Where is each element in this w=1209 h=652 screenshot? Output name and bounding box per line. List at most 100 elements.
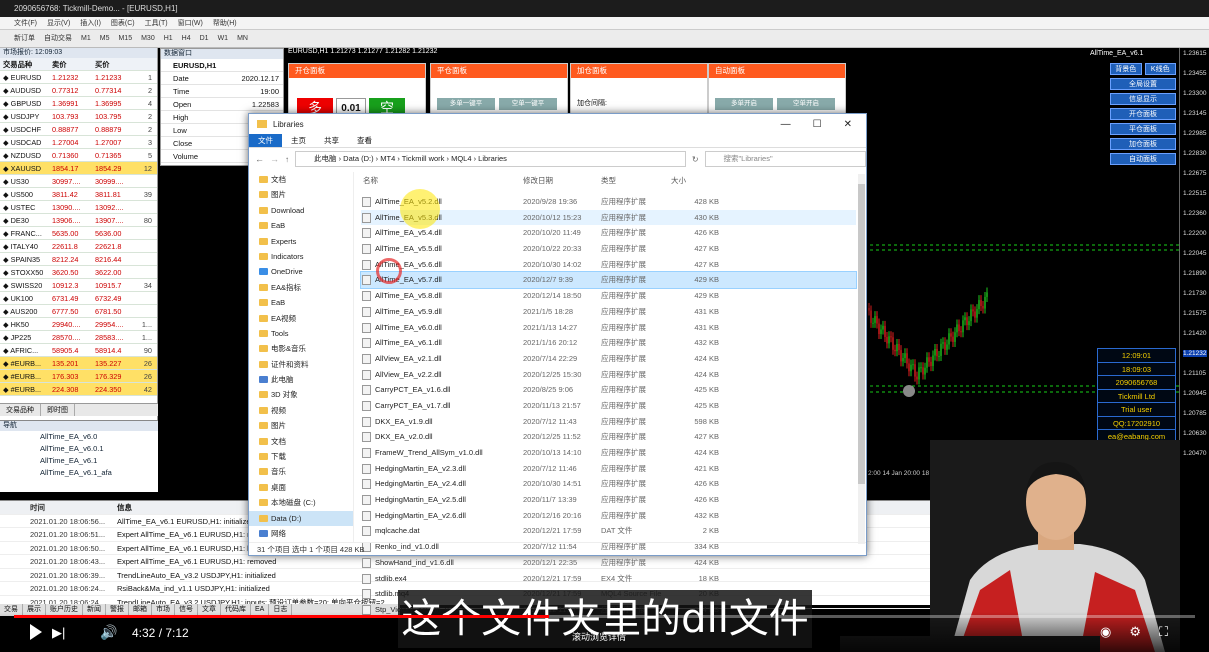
nav-tree-item[interactable]: Download <box>249 203 353 218</box>
toolbar-button[interactable]: MN <box>237 30 248 47</box>
file-row[interactable]: AllTime_EA_v6.0.dll 2021/1/13 14:27 应用程序扩展… <box>361 320 856 336</box>
file-row[interactable]: DKX_EA_v2.0.dll 2020/12/25 11:52 应用程序扩展 427… <box>361 429 856 445</box>
market-watch-row[interactable]: ◆ USDJPY 103.793 103.795 2 <box>0 110 157 123</box>
navigator-item[interactable]: AllTime_EA_v6.0 <box>0 431 158 443</box>
market-watch-row[interactable]: ◆ USTEC 13090.... 13092.... <box>0 201 157 214</box>
menu-item[interactable]: 窗口(W) <box>178 17 203 29</box>
market-watch-row[interactable]: ◆ JP225 28570.... 28583.... 1... <box>0 331 157 344</box>
nav-tree-item[interactable]: Indicators <box>249 249 353 264</box>
volume-icon[interactable]: 🔊 <box>100 624 117 641</box>
file-row[interactable]: AllTime_EA_v5.9.dll 2021/1/5 18:28 应用程序扩展 4… <box>361 304 856 320</box>
toolbar-button[interactable]: H4 <box>182 30 191 47</box>
file-row[interactable]: CarryPCT_EA_v1.7.dll 2020/11/13 21:57 应用程序… <box>361 398 856 414</box>
file-row[interactable]: AllView_EA_v2.1.dll 2020/7/14 22:29 应用程序扩展… <box>361 351 856 367</box>
toolbar-button[interactable]: W1 <box>218 30 229 47</box>
market-watch-row[interactable]: ◆ UK100 6731.49 6732.49 <box>0 292 157 305</box>
col-ask[interactable]: 买价 <box>95 58 138 70</box>
market-watch-row[interactable]: ◆ USDCHF 0.88877 0.88879 2 <box>0 123 157 136</box>
close-icon[interactable]: ✕ <box>844 119 852 130</box>
nav-tree-item[interactable]: Tools <box>249 326 353 341</box>
file-row[interactable]: DKX_EA_v1.9.dll 2020/7/12 11:43 应用程序扩展 598 … <box>361 414 856 430</box>
col-date[interactable]: 修改日期 <box>511 174 601 188</box>
nav-tree-item[interactable]: EA视频 <box>249 311 353 326</box>
navigator-item[interactable]: AllTime_EA_v6.1 <box>0 455 158 467</box>
menu-item[interactable]: 显示(V) <box>47 17 70 29</box>
market-watch-row[interactable]: ◆ SWISS20 10912.3 10915.7 34 <box>0 279 157 292</box>
market-watch-row[interactable]: ◆ #EURB... 224.308 224.350 42 <box>0 383 157 396</box>
market-watch-row[interactable]: ◆ FRANC... 5635.00 5636.00 <box>0 227 157 240</box>
col-size[interactable]: 大小 <box>671 174 719 188</box>
market-watch-row[interactable]: ◆ SPAIN35 8212.24 8216.44 <box>0 253 157 266</box>
nav-tree-item[interactable]: EaB <box>249 218 353 233</box>
ribbon-tab[interactable]: 主页 <box>282 134 315 147</box>
market-watch-row[interactable]: ◆ NZDUSD 0.71360 0.71365 5 <box>0 149 157 162</box>
search-input[interactable]: 搜索"Libraries" <box>704 151 866 167</box>
nav-tree-item[interactable]: 网络 <box>249 526 353 541</box>
toolbar-button[interactable]: M15 <box>118 30 132 47</box>
nav-tree-item[interactable]: 下载 <box>249 449 353 464</box>
forward-icon[interactable]: → <box>270 154 279 164</box>
market-watch-row[interactable]: ◆ AUS200 6777.50 6781.50 <box>0 305 157 318</box>
col-symbol[interactable]: 交易品种 <box>0 58 52 70</box>
file-row[interactable]: HedgingMartin_EA_v2.3.dll 2020/7/12 11:46… <box>361 461 856 477</box>
nav-tree-item[interactable]: 3D 对象 <box>249 387 353 402</box>
nav-tree-item[interactable]: 图片 <box>249 187 353 202</box>
back-icon[interactable]: ← <box>255 154 264 164</box>
file-row[interactable]: AllTime_EA_v5.8.dll 2020/12/14 18:50 应用程序扩… <box>361 288 856 304</box>
nav-tree-item[interactable]: 文档 <box>249 434 353 449</box>
nav-tree-item[interactable]: 图片 <box>249 418 353 433</box>
nav-tree-item[interactable]: Experts <box>249 234 353 249</box>
toolbar-button[interactable]: M30 <box>141 30 155 47</box>
toolbar-button[interactable]: M1 <box>81 30 91 47</box>
toolbar-button[interactable]: H1 <box>164 30 173 47</box>
ea-menu-button[interactable]: 平仓面板 <box>1110 123 1176 135</box>
market-watch-row[interactable]: ◆ HK50 29940.... 29954.... 1... <box>0 318 157 331</box>
market-watch-tab[interactable]: 即时图 <box>41 404 75 416</box>
toolbar-button[interactable]: 自动交易 <box>44 30 72 47</box>
ea-menu-button[interactable]: 开仓面板 <box>1110 108 1176 120</box>
market-watch-row[interactable]: ◆ DE30 13906.... 13907.... 80 <box>0 214 157 227</box>
market-watch-tab[interactable]: 交易品种 <box>0 404 41 416</box>
file-list-scrollbar[interactable] <box>858 174 865 544</box>
nav-tree-item[interactable]: 证件和资料 <box>249 357 353 372</box>
ea-menu-button[interactable]: 自动面板 <box>1110 153 1176 165</box>
nav-tree-item[interactable]: 音乐 <box>249 464 353 479</box>
ea-menu-button[interactable]: 信息显示 <box>1110 93 1176 105</box>
nav-tree-item[interactable]: 文档 <box>249 172 353 187</box>
ea-menu-button[interactable]: 全局设置 <box>1110 78 1176 90</box>
nav-tree-item[interactable]: EA&指标 <box>249 280 353 295</box>
next-icon[interactable]: ▶| <box>52 625 65 641</box>
minimize-icon[interactable]: — <box>781 119 791 130</box>
menu-item[interactable]: 图表(C) <box>111 17 135 29</box>
close-short-button[interactable]: 空单一键平 <box>499 98 557 110</box>
settings-icon[interactable]: ⚙ <box>1129 624 1141 640</box>
market-watch-row[interactable]: ◆ #EURB... 135.201 135.227 26 <box>0 357 157 370</box>
market-watch-row[interactable]: ◆ US30 30997.... 30999.... <box>0 175 157 188</box>
menu-item[interactable]: 工具(T) <box>145 17 168 29</box>
file-row[interactable]: HedgingMartin_EA_v2.5.dll 2020/11/7 13:39… <box>361 492 856 508</box>
col-name[interactable]: 名称 <box>361 174 511 188</box>
nav-tree-item[interactable]: 本地磁盘 (C:) <box>249 495 353 510</box>
nav-tree-item[interactable]: 此电脑 <box>249 372 353 387</box>
file-row[interactable]: HedgingMartin_EA_v2.4.dll 2020/10/30 14:5… <box>361 476 856 492</box>
autoplay-icon[interactable]: ◉ <box>1100 624 1111 640</box>
col-type[interactable]: 类型 <box>601 174 671 188</box>
ea-menu-button[interactable]: K线色 <box>1144 63 1176 75</box>
fullscreen-icon[interactable]: ⛶ <box>1159 624 1168 640</box>
play-icon[interactable] <box>30 624 42 640</box>
ea-menu-button[interactable]: 背景色 <box>1110 63 1142 75</box>
market-watch-row[interactable]: ◆ US500 3811.42 3811.81 39 <box>0 188 157 201</box>
market-watch-row[interactable]: ◆ EURUSD 1.21232 1.21233 1 <box>0 71 157 84</box>
market-watch-row[interactable]: ◆ ITALY40 22611.8 22621.8 <box>0 240 157 253</box>
menu-item[interactable]: 文件(F) <box>14 17 37 29</box>
file-row[interactable]: AllTime_EA_v5.5.dll 2020/10/22 20:33 应用程序扩… <box>361 241 856 257</box>
menu-item[interactable]: 插入(I) <box>80 17 101 29</box>
ribbon-tab[interactable]: 查看 <box>348 134 381 147</box>
ribbon-tab[interactable]: 共享 <box>315 134 348 147</box>
market-watch-row[interactable]: ◆ #EURB... 176.303 176.329 26 <box>0 370 157 383</box>
nav-tree-item[interactable]: 桌面 <box>249 480 353 495</box>
navigator-item[interactable]: AllTime_EA_v6.1_afa <box>0 467 158 479</box>
toolbar-button[interactable]: 新订单 <box>14 30 35 47</box>
market-watch-row[interactable]: ◆ AUDUSD 0.77312 0.77314 2 <box>0 84 157 97</box>
nav-tree-item[interactable]: OneDrive <box>249 264 353 279</box>
